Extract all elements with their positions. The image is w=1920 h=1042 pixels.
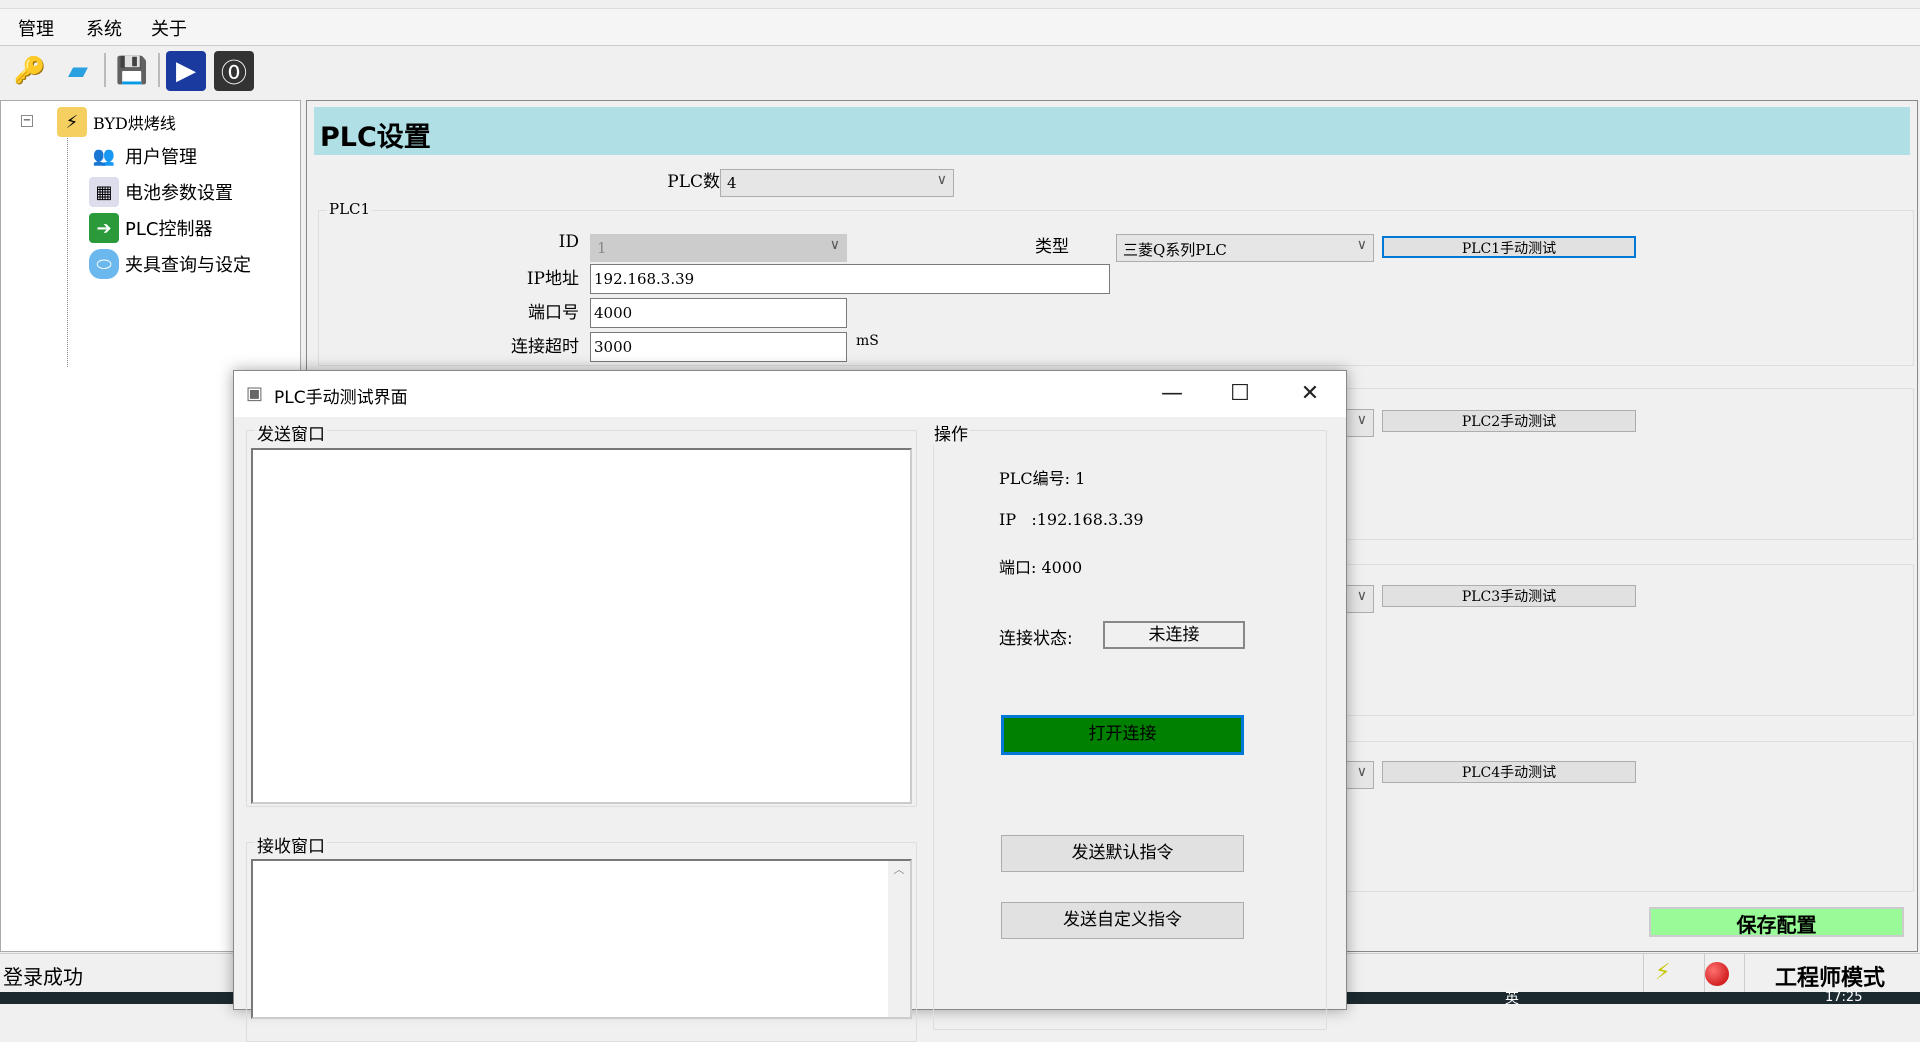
divider [1744, 954, 1745, 994]
tree-line [67, 129, 68, 367]
chevron-down-icon: ∨ [1356, 412, 1367, 428]
type-label: 类型 [1035, 237, 1069, 257]
receive-scrollbar[interactable]: ︿ [888, 861, 910, 1017]
clock[interactable]: 17:25 [1825, 990, 1862, 1005]
connection-status-label: 连接状态: [999, 629, 1073, 649]
dialog-title: PLC手动测试界面 [274, 388, 408, 408]
maximize-button[interactable]: ☐ [1220, 377, 1260, 411]
mode-label: 工程师模式 [1775, 966, 1886, 991]
plc1-manual-test-button[interactable]: PLC1手动测试 [1382, 236, 1636, 258]
plc1-id-select[interactable]: 1 ∨ [590, 234, 847, 262]
chevron-down-icon: ∨ [1356, 588, 1367, 604]
plc-number-info: PLC编号: 1 [999, 469, 1086, 488]
connection-status-value: 未连接 [1103, 621, 1245, 649]
timeout-label: 连接超时 [511, 337, 579, 357]
id-label: ID [558, 232, 579, 252]
chevron-down-icon: ∨ [936, 172, 947, 188]
open-connection-button[interactable]: 打开连接 [1001, 715, 1244, 755]
dialog-title-bar[interactable]: ▣ PLC手动测试界面 — ☐ ✕ [234, 371, 1346, 417]
app-icon: ▣ [246, 383, 264, 404]
ip-info: IP :192.168.3.39 [999, 510, 1144, 529]
send-default-command-button[interactable]: 发送默认指令 [1001, 835, 1244, 872]
key-icon[interactable]: 🔑 [10, 51, 50, 91]
port-info: 端口: 4000 [999, 558, 1083, 577]
users-add-icon: 👥 [92, 145, 116, 167]
ime-indicator[interactable]: 英 [1505, 988, 1519, 1008]
plc1-ip-input[interactable]: 192.168.3.39 [590, 264, 1110, 294]
arrow-right-icon: ➔ [89, 213, 119, 243]
port-label: 端口号 [528, 303, 579, 323]
receive-textarea[interactable]: ︿ [251, 859, 912, 1019]
collapse-toggle[interactable]: − [21, 115, 33, 127]
tree-root[interactable]: ⚡ BYD烘烤线 [57, 107, 176, 137]
status-message: 登录成功 [3, 965, 83, 989]
minimize-button[interactable]: — [1152, 377, 1192, 411]
plc3-manual-test-button[interactable]: PLC3手动测试 [1382, 585, 1636, 607]
save-config-button[interactable]: 保存配置 [1649, 907, 1904, 937]
save-icon[interactable]: 💾 [112, 51, 152, 91]
tree-item-fixture-query[interactable]: ⬭ 夹具查询与设定 [89, 249, 251, 279]
ip-label: IP地址 [526, 269, 579, 289]
send-custom-command-button[interactable]: 发送自定义指令 [1001, 902, 1244, 939]
tree-item-user-management[interactable]: 👥 用户管理 [89, 141, 197, 171]
tree-item-plc-controller[interactable]: ➔ PLC控制器 [89, 213, 212, 243]
divider [1643, 954, 1644, 994]
page-title: PLC设置 [314, 107, 1910, 155]
play-icon[interactable]: ▶ [166, 51, 206, 91]
settings-grid-icon: ▦ [89, 177, 119, 207]
plc-manual-test-dialog: ▣ PLC手动测试界面 — ☐ ✕ 发送窗口 接收窗口 ︿ 操作 PLC编号: … [233, 370, 1347, 1042]
plc1-type-select[interactable]: 三菱Q系列PLC ∨ [1116, 234, 1374, 262]
power-icon[interactable]: ⓪ [214, 51, 254, 91]
monitor-icon[interactable]: ▰ [58, 51, 98, 91]
plc-count-select[interactable]: 4 ∨ [720, 169, 954, 197]
plc2-manual-test-button[interactable]: PLC2手动测试 [1382, 410, 1636, 432]
chevron-down-icon: ∨ [829, 237, 840, 253]
menu-about[interactable]: 关于 [151, 15, 187, 41]
toolbar: 🔑 ▰ 💾 ▶ ⓪ [0, 47, 1920, 95]
menu-bar: 管理 系统 关于 [0, 8, 1920, 46]
close-button[interactable]: ✕ [1290, 377, 1330, 411]
tree-item-battery-params[interactable]: ▦ 电池参数设置 [89, 177, 233, 207]
plc4-manual-test-button[interactable]: PLC4手动测试 [1382, 761, 1636, 783]
toolbar-separator [104, 53, 106, 87]
menu-system[interactable]: 系统 [86, 15, 122, 41]
chevron-down-icon: ∨ [1356, 764, 1367, 780]
plc1-port-input[interactable]: 4000 [590, 298, 847, 328]
battery-icon: ⚡ [57, 107, 87, 137]
menu-manage[interactable]: 管理 [18, 15, 54, 41]
fixture-icon: ⬭ [89, 249, 119, 279]
toolbar-separator [158, 53, 160, 87]
connection-status-red-icon [1705, 962, 1729, 986]
plc1-timeout-input[interactable]: 3000 [590, 332, 847, 362]
send-textarea[interactable] [251, 448, 912, 804]
timeout-unit: mS [856, 333, 879, 349]
lightning-icon: ⚡ [1655, 960, 1671, 985]
chevron-down-icon: ∨ [1356, 237, 1367, 253]
